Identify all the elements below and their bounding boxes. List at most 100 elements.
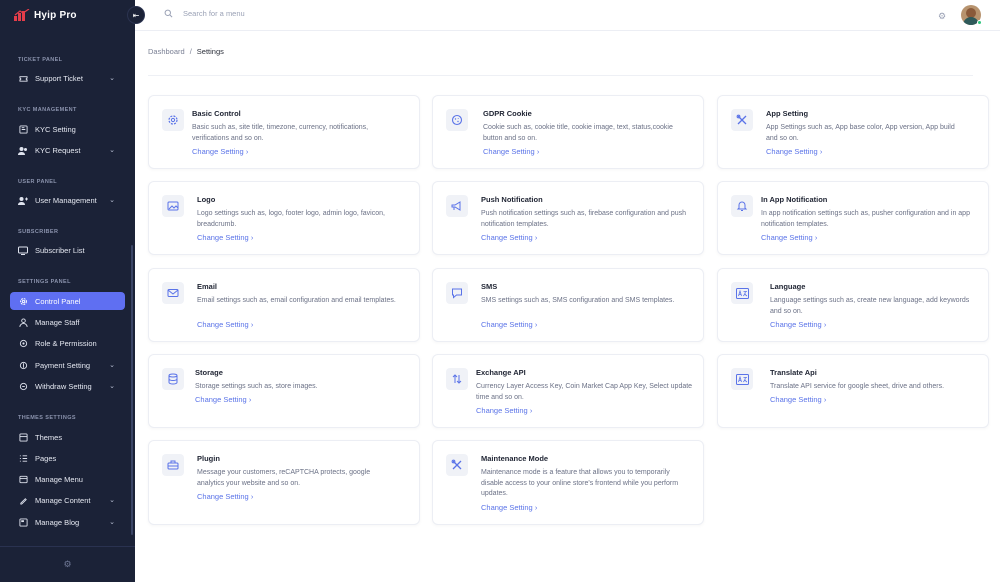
gear-icon[interactable]: ⚙ [63,559,71,570]
chevron-right-icon: › [529,406,533,415]
sidebar-item-label: Support Ticket [35,73,83,83]
search-input[interactable]: Search for a menu [183,9,245,18]
card-title: Push Notification [481,195,543,204]
settings-card-translate-api[interactable]: Translate Api Translate API service for … [717,354,989,428]
settings-card-language[interactable]: Language Language settings such as, crea… [717,268,989,342]
change-setting-link[interactable]: Change Setting › [197,320,253,329]
section-title-user: USER PANEL [18,179,58,185]
change-setting-link[interactable]: Change Setting › [770,395,826,404]
settings-card-in-app-notification[interactable]: In App Notification In app notification … [717,181,989,255]
plugin-icon [162,454,184,476]
sidebar-item-subscriber-list[interactable]: Subscriber List [10,241,125,259]
chevron-right-icon: › [823,395,827,404]
sidebar-collapse-button[interactable]: ⇤ [127,6,145,24]
gear-icon [162,109,184,131]
sidebar-item-withdraw-setting[interactable]: Withdraw Setting ⌄ [10,377,125,395]
change-setting-link[interactable]: Change Setting › [481,503,537,512]
settings-card-basic-control[interactable]: Basic Control Basic such as, site title,… [148,95,420,169]
megaphone-icon [446,195,468,217]
sidebar-item-user-management[interactable]: User Management ⌄ [10,191,125,209]
change-setting-link[interactable]: Change Setting › [481,320,537,329]
sidebar-item-manage-staff[interactable]: Manage Staff [10,313,125,331]
sidebar-item-kyc-request[interactable]: KYC Request ⌄ [10,141,125,159]
change-setting-link[interactable]: Change Setting › [476,406,532,415]
sidebar-item-label: Control Panel [35,296,81,306]
change-setting-link[interactable]: Change Setting › [483,147,539,156]
link-text: Change Setting [197,492,249,501]
settings-card-storage[interactable]: Storage Storage settings such as, store … [148,354,420,428]
sidebar-item-payment-setting[interactable]: Payment Setting ⌄ [10,356,125,374]
users-icon [18,145,28,155]
change-setting-link[interactable]: Change Setting › [195,395,251,404]
sidebar-item-pages[interactable]: Pages [10,449,125,467]
sidebar-item-label: Role & Permission [35,338,97,348]
card-title: App Setting [766,109,809,118]
chevron-down-icon: ⌄ [109,519,115,526]
sidebar-item-role-permission[interactable]: Role & Permission [10,334,125,352]
kyc-setting-icon [18,124,28,134]
change-setting-link[interactable]: Change Setting › [197,233,253,242]
chevron-down-icon: ⌄ [109,383,115,390]
settings-card-gdpr-cookie[interactable]: GDPR Cookie Cookie such as, cookie title… [432,95,704,169]
gear-icon [18,296,28,306]
change-setting-link[interactable]: Change Setting › [770,320,826,329]
link-text: Change Setting [770,320,822,329]
link-text: Change Setting [195,395,247,404]
search-bar[interactable]: Search for a menu [164,9,245,18]
settings-card-plugin[interactable]: Plugin Message your customers, reCAPTCHA… [148,440,420,525]
sidebar-item-support-ticket[interactable]: Support Ticket ⌄ [10,69,125,87]
card-description: Logo settings such as, logo, footer logo… [197,210,385,228]
card-description: App Settings such as, App base color, Ap… [766,124,955,142]
card-description: Maintenance mode is a feature that allow… [481,469,679,497]
sidebar-item-label: Themes [35,432,63,442]
chevron-down-icon: ⌄ [109,147,115,154]
chevron-right-icon: › [819,147,823,156]
breadcrumb-separator: / [189,47,192,56]
card-description: Push notification settings such as, fire… [481,210,687,228]
card-title: In App Notification [761,195,828,204]
sidebar-item-manage-menu[interactable]: Manage Menu [10,470,125,488]
section-title-kyc: KYC MANAGEMENT [18,107,77,113]
change-setting-link[interactable]: Change Setting › [761,233,817,242]
chevron-down-icon: ⌄ [109,362,115,369]
subscriber-icon [18,245,28,255]
sidebar-item-label: KYC Request [35,145,81,155]
search-icon [164,9,173,18]
sidebar-item-kyc-setting[interactable]: KYC Setting [10,120,125,138]
pages-icon [18,453,28,463]
settings-card-sms[interactable]: SMS SMS settings such as, SMS configurat… [432,268,704,342]
settings-card-app-setting[interactable]: App Setting App Settings such as, App ba… [717,95,989,169]
section-title-themes: THEMES SETTINGS [18,415,76,421]
card-description: Cookie such as, cookie title, cookie ima… [483,124,673,142]
blog-icon [18,517,28,527]
change-setting-link[interactable]: Change Setting › [192,147,248,156]
sidebar-item-control-panel[interactable]: Control Panel [10,292,125,310]
chevron-right-icon: › [536,147,540,156]
section-title-ticket: TICKET PANEL [18,57,63,63]
card-description: Message your customers, reCAPTCHA protec… [197,469,371,487]
translate-icon [731,368,753,390]
settings-card-logo[interactable]: Logo Logo settings such as, logo, footer… [148,181,420,255]
sidebar-item-manage-content[interactable]: Manage Content ⌄ [10,491,125,509]
sidebar-scrollbar[interactable] [131,245,133,535]
change-setting-link[interactable]: Change Setting › [197,492,253,501]
user-management-icon [18,195,28,205]
settings-icon[interactable]: ⚙ [938,11,946,22]
settings-card-email[interactable]: Email Email settings such as, email conf… [148,268,420,342]
settings-card-push-notification[interactable]: Push Notification Push notification sett… [432,181,704,255]
sidebar-item-label: KYC Setting [35,124,76,134]
link-text: Change Setting [192,147,244,156]
settings-card-exchange-api[interactable]: Exchange API Currency Layer Access Key, … [432,354,704,428]
card-title: Maintenance Mode [481,454,549,463]
role-icon [18,338,28,348]
sidebar-item-manage-blog[interactable]: Manage Blog ⌄ [10,513,125,531]
change-setting-link[interactable]: Change Setting › [766,147,822,156]
main-content: Dashboard / Settings Basic Control Basic… [135,31,1000,582]
logo[interactable]: Hyip Pro [14,9,77,21]
sidebar-item-themes[interactable]: Themes [10,428,125,446]
chevron-right-icon: › [814,233,818,242]
change-setting-link[interactable]: Change Setting › [481,233,537,242]
card-title: Basic Control [192,109,241,118]
settings-card-maintenance-mode[interactable]: Maintenance Mode Maintenance mode is a f… [432,440,704,525]
breadcrumb-home[interactable]: Dashboard [148,47,185,56]
